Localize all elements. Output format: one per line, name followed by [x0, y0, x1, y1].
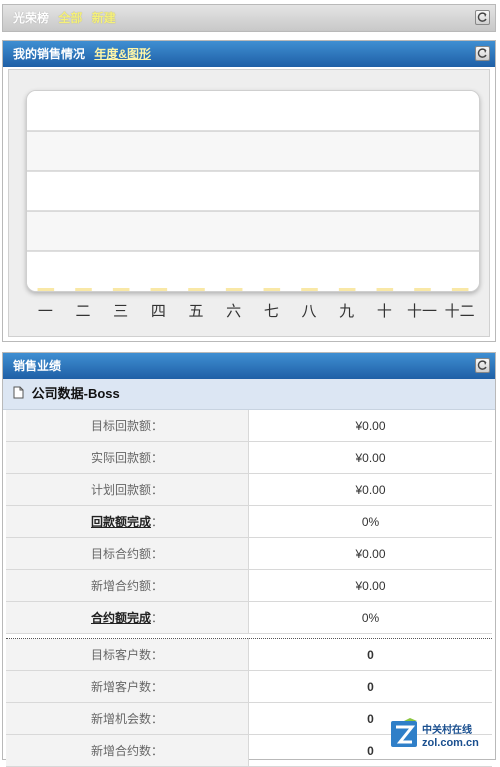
metric-label: 实际回款额：: [6, 441, 249, 474]
grid-band: [27, 131, 479, 171]
chart-bar: [376, 288, 394, 291]
sales-performance-header: 销售业绩: [3, 353, 495, 379]
honor-roll-title: 光荣榜: [13, 11, 50, 25]
metric-value: 0: [248, 638, 492, 671]
x-tick-label: 十一: [406, 303, 437, 320]
x-tick-label: 十: [376, 303, 392, 320]
chart-bar: [37, 288, 55, 291]
metric-value: ¥0.00: [248, 473, 492, 506]
metric-value: ¥0.00: [248, 537, 492, 570]
my-sales-header: 我的销售情况 年度&图形: [3, 41, 495, 67]
table-row: 目标客户数： 0: [6, 638, 492, 671]
metric-label: 新增客户数：: [6, 670, 249, 703]
refresh-icon: [477, 360, 487, 370]
metric-label: 目标回款额：: [6, 410, 249, 442]
chart-bar: [414, 288, 431, 291]
x-tick-label: 四: [150, 303, 166, 320]
metric-label: 新增机会数：: [6, 702, 249, 735]
table-row: 回款额完成： 0%: [6, 505, 492, 538]
metric-value: ¥0.00: [248, 441, 492, 474]
sales-performance-panel: 销售业绩 公司数据-Boss 目标回款额： ¥0.00 实际回款额： ¥0.00…: [2, 352, 496, 767]
company-data-subheader: 公司数据-Boss: [3, 379, 495, 410]
table-row: 目标合约额： ¥0.00: [6, 537, 492, 570]
metric-value: ¥0.00: [248, 569, 492, 602]
metric-label: 目标合约额：: [6, 537, 249, 570]
x-tick-label: 六: [226, 303, 242, 320]
sales-chart: 一 二 三 四 五 六 七 八 九 十十一 十二: [8, 69, 490, 337]
chart-bar: [225, 288, 243, 291]
refresh-button[interactable]: [475, 10, 490, 25]
my-sales-title: 我的销售情况: [13, 47, 86, 61]
watermark-brand: 中关村在线: [422, 723, 472, 736]
chart-bar: [75, 288, 92, 291]
grid-band: [27, 171, 479, 211]
zol-watermark: 中关村在线 zol.com.cn: [390, 718, 495, 752]
x-tick-label: 八: [301, 303, 317, 320]
document-icon: [13, 380, 24, 410]
company-data-title: 公司数据-Boss: [31, 386, 120, 401]
metric-value: 0: [248, 670, 492, 703]
year-graph-link[interactable]: 年度&图形: [94, 47, 151, 61]
chart-svg: [27, 91, 479, 291]
x-tick-label: 七: [263, 303, 279, 320]
metric-label-link[interactable]: 回款额完成：: [6, 505, 249, 538]
chart-bar: [188, 288, 205, 291]
refresh-button[interactable]: [475, 358, 490, 373]
x-tick-label: 五: [188, 303, 204, 320]
metric-value: 0%: [248, 505, 492, 538]
table-row: 合约额完成： 0%: [6, 601, 492, 634]
table-row: 实际回款额： ¥0.00: [6, 441, 492, 474]
table-row: 新增客户数： 0: [6, 670, 492, 703]
chart-bar: [301, 288, 318, 291]
zol-logo-icon: 中关村在线 zol.com.cn: [391, 718, 479, 749]
x-tick-label: 一: [37, 303, 53, 320]
honor-roll-header: 光荣榜 全部 新建: [3, 5, 495, 31]
metric-value: ¥0.00: [248, 410, 492, 442]
refresh-button[interactable]: [475, 46, 490, 61]
my-sales-panel: 我的销售情况 年度&图形 一 二 三 四 五 六 七 八 九 十十一 十二: [2, 40, 496, 342]
chart-bar: [263, 288, 281, 291]
table-row: 计划回款额： ¥0.00: [6, 473, 492, 506]
metric-label-link[interactable]: 合约额完成：: [6, 601, 249, 634]
refresh-icon: [477, 48, 487, 58]
chart-bar: [112, 288, 130, 291]
refresh-icon: [477, 12, 487, 22]
metric-label: 新增合约额：: [6, 569, 249, 602]
metric-label: 目标客户数：: [6, 638, 249, 671]
honor-roll-panel: 光荣榜 全部 新建: [2, 4, 496, 32]
metrics-table: 目标回款额： ¥0.00 实际回款额： ¥0.00 计划回款额： ¥0.00 回…: [6, 410, 492, 767]
grid-band: [27, 251, 479, 291]
chart-plot-area: [26, 90, 480, 292]
table-row: 目标回款额： ¥0.00: [6, 410, 492, 442]
honor-roll-new-link[interactable]: 新建: [92, 11, 116, 25]
chart-bar: [338, 288, 356, 291]
grid-band: [27, 211, 479, 251]
x-tick-label: 九: [339, 303, 355, 320]
chart-bar: [150, 288, 168, 291]
chart-bar: [451, 288, 469, 291]
x-tick-label: 二: [75, 303, 91, 320]
metric-label: 计划回款额：: [6, 473, 249, 506]
table-row: 新增合约额： ¥0.00: [6, 569, 492, 602]
honor-roll-all-link[interactable]: 全部: [58, 11, 82, 25]
grid-band: [27, 91, 479, 131]
watermark-url: zol.com.cn: [422, 737, 479, 749]
x-axis-labels: 一 二 三 四 五 六 七 八 九 十十一 十二: [26, 300, 478, 320]
x-tick-label: 十二: [444, 303, 475, 320]
x-tick-label: 三: [113, 303, 129, 320]
sales-performance-title: 销售业绩: [13, 359, 62, 373]
metric-value: 0%: [248, 601, 492, 634]
